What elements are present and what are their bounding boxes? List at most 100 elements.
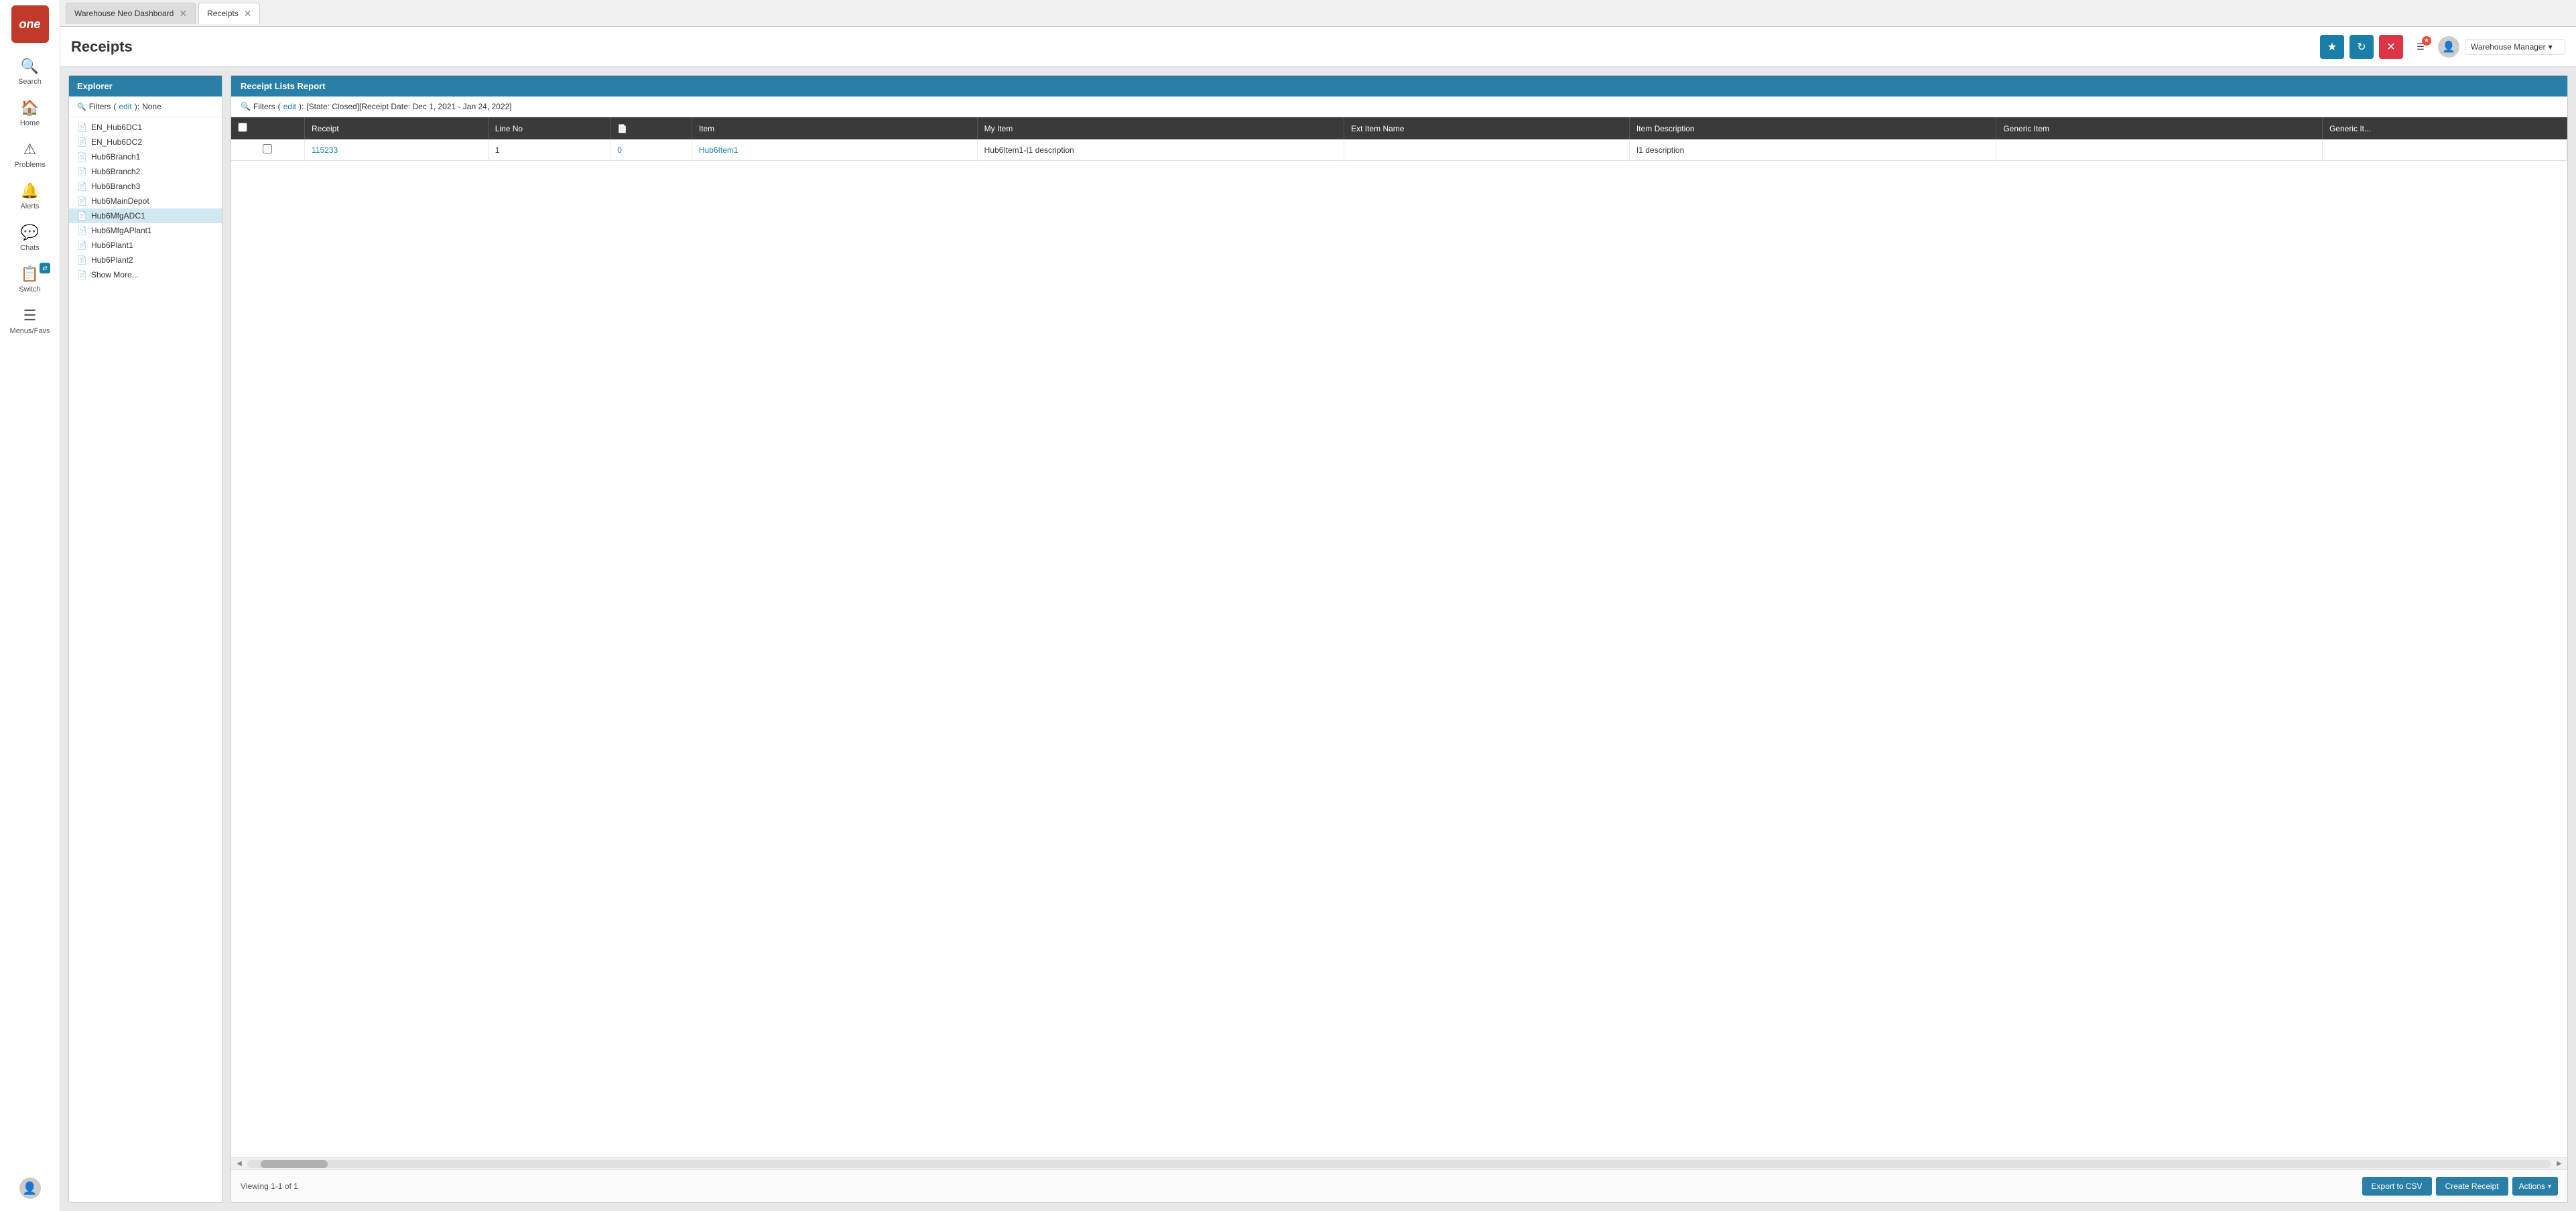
doc-cell[interactable]: 0 bbox=[610, 139, 692, 161]
user-role-label: Warehouse Manager bbox=[2471, 42, 2546, 52]
scrollbar-thumb[interactable] bbox=[261, 1160, 328, 1168]
search-icon: 🔍 bbox=[21, 58, 39, 75]
sidebar-item-problems[interactable]: ⚠ Problems bbox=[0, 134, 60, 176]
explorer-item[interactable]: 📄 EN_Hub6DC1 bbox=[69, 120, 222, 135]
col-doc: 📄 bbox=[610, 117, 692, 139]
star-icon: ★ bbox=[2424, 37, 2429, 44]
col-extitemname: Ext Item Name bbox=[1344, 117, 1630, 139]
avatar-icon: 👤 bbox=[22, 1182, 37, 1196]
report-table-body: 115233 1 0 Hub6Item1 Hub6Item1-I1 descri… bbox=[231, 139, 2567, 161]
col-itemdesc: Item Description bbox=[1629, 117, 1996, 139]
tab-dashboard[interactable]: Warehouse Neo Dashboard ✕ bbox=[66, 3, 196, 24]
file-icon: 📄 bbox=[77, 196, 87, 206]
explorer-item[interactable]: 📄 Hub6Branch3 bbox=[69, 179, 222, 194]
sidebar: one 🔍 Search 🏠 Home ⚠ Problems 🔔 Alerts … bbox=[0, 0, 60, 1211]
sidebar-item-label: Search bbox=[18, 78, 42, 86]
report-table: Receipt Line No 📄 Item My Item Ext Item … bbox=[231, 117, 2567, 161]
sidebar-item-search[interactable]: 🔍 Search bbox=[0, 51, 60, 92]
favorite-button[interactable]: ★ bbox=[2320, 35, 2344, 59]
export-csv-button[interactable]: Export to CSV bbox=[2362, 1177, 2432, 1196]
sidebar-item-home[interactable]: 🏠 Home bbox=[0, 92, 60, 134]
avatar: 👤 bbox=[19, 1177, 41, 1199]
report-filters-edit-link[interactable]: edit bbox=[283, 102, 296, 111]
row-checkbox[interactable] bbox=[263, 144, 272, 153]
explorer-panel: Explorer 🔍 Filters ( edit ): None 📄 EN_H… bbox=[68, 75, 222, 1203]
explorer-item[interactable]: 📄 Hub6Plant1 bbox=[69, 238, 222, 253]
refresh-button[interactable]: ↻ bbox=[2349, 35, 2374, 59]
header-checkbox[interactable] bbox=[238, 123, 247, 132]
file-icon: 📄 bbox=[77, 211, 87, 220]
report-filters-value: [State: Closed][Receipt Date: Dec 1, 202… bbox=[306, 102, 511, 111]
explorer-item-selected[interactable]: 📄 Hub6MfgADC1 bbox=[69, 208, 222, 223]
tab-receipts[interactable]: Receipts ✕ bbox=[198, 3, 260, 24]
notification-badge: ★ bbox=[2422, 36, 2431, 46]
receipt-cell[interactable]: 115233 bbox=[304, 139, 488, 161]
create-receipt-button[interactable]: Create Receipt bbox=[2436, 1177, 2508, 1196]
page-title: Receipts bbox=[71, 38, 2312, 56]
sidebar-item-label: Switch bbox=[19, 285, 40, 294]
file-icon: 📄 bbox=[77, 241, 87, 250]
app-logo[interactable]: one bbox=[11, 5, 49, 43]
home-icon: 🏠 bbox=[21, 99, 39, 117]
extitemname-cell bbox=[1344, 139, 1630, 161]
itemdesc-cell: I1 description bbox=[1629, 139, 1996, 161]
scroll-right-button[interactable]: ▶ bbox=[2554, 1159, 2565, 1169]
tab-dashboard-close[interactable]: ✕ bbox=[179, 8, 187, 19]
explorer-item[interactable]: 📄 Hub6MfgAPlant1 bbox=[69, 223, 222, 238]
col-checkbox bbox=[231, 117, 304, 139]
footer-actions: Export to CSV Create Receipt Actions ▾ bbox=[2362, 1177, 2558, 1196]
header-bar: Receipts ★ ↻ ✕ ☰ ★ 👤 Warehouse Manager ▾ bbox=[60, 27, 2576, 67]
menu-button[interactable]: ☰ ★ bbox=[2408, 35, 2433, 59]
explorer-list: 📄 EN_Hub6DC1 📄 EN_Hub6DC2 📄 Hub6Branch1 … bbox=[69, 117, 222, 1202]
menu-icon: ☰ bbox=[23, 307, 37, 324]
report-filters: 🔍 Filters ( edit ): [State: Closed][Rece… bbox=[231, 97, 2567, 117]
col-lineno: Line No bbox=[488, 117, 610, 139]
file-icon: 📄 bbox=[77, 137, 87, 147]
genericit2-cell bbox=[2322, 139, 2567, 161]
scroll-left-button[interactable]: ◀ bbox=[234, 1159, 245, 1169]
sidebar-item-label: Home bbox=[20, 119, 40, 127]
sidebar-item-chats[interactable]: 💬 Chats bbox=[0, 217, 60, 259]
explorer-item[interactable]: 📄 Hub6Branch2 bbox=[69, 164, 222, 179]
scrollbar-area: ◀ ▶ bbox=[231, 1157, 2567, 1169]
sidebar-item-label: Problems bbox=[14, 161, 45, 169]
file-icon: 📄 bbox=[77, 182, 87, 191]
sidebar-item-switch[interactable]: 📋 ⇄ Switch bbox=[0, 259, 60, 300]
col-item: Item bbox=[692, 117, 977, 139]
actions-button[interactable]: Actions ▾ bbox=[2512, 1177, 2558, 1196]
file-icon: 📄 bbox=[77, 167, 87, 176]
file-icon: 📄 bbox=[77, 123, 87, 132]
tab-bar: Warehouse Neo Dashboard ✕ Receipts ✕ bbox=[60, 0, 2576, 27]
col-genericitem: Generic Item bbox=[1996, 117, 2323, 139]
sidebar-item-menus[interactable]: ☰ Menus/Favs bbox=[0, 300, 60, 342]
filters-edit-link[interactable]: edit bbox=[119, 102, 131, 111]
item-cell[interactable]: Hub6Item1 bbox=[692, 139, 977, 161]
report-header: Receipt Lists Report bbox=[231, 76, 2567, 97]
file-icon: 📄 bbox=[77, 152, 87, 162]
viewing-text: Viewing 1-1 of 1 bbox=[241, 1182, 298, 1191]
tab-receipts-close[interactable]: ✕ bbox=[244, 8, 252, 19]
scrollbar-track[interactable] bbox=[247, 1160, 2551, 1168]
filter-search-icon: 🔍 bbox=[241, 102, 251, 111]
explorer-item[interactable]: 📄 Hub6MainDepot bbox=[69, 194, 222, 208]
explorer-item[interactable]: 📄 Hub6Branch1 bbox=[69, 149, 222, 164]
filter-search-icon: 🔍 bbox=[77, 103, 86, 111]
lineno-cell: 1 bbox=[488, 139, 610, 161]
table-row: 115233 1 0 Hub6Item1 Hub6Item1-I1 descri… bbox=[231, 139, 2567, 161]
sidebar-item-avatar[interactable]: 👤 bbox=[0, 1171, 60, 1206]
content-area: Explorer 🔍 Filters ( edit ): None 📄 EN_H… bbox=[60, 67, 2576, 1211]
explorer-filters: 🔍 Filters ( edit ): None bbox=[69, 97, 222, 117]
warning-icon: ⚠ bbox=[23, 141, 37, 158]
close-button[interactable]: ✕ bbox=[2379, 35, 2403, 59]
myitem-cell: Hub6Item1-I1 description bbox=[977, 139, 1344, 161]
chat-icon: 💬 bbox=[21, 224, 39, 241]
explorer-item[interactable]: 📄 Hub6Plant2 bbox=[69, 253, 222, 267]
sidebar-item-alerts[interactable]: 🔔 Alerts bbox=[0, 176, 60, 217]
user-role-dropdown[interactable]: Warehouse Manager ▾ bbox=[2465, 39, 2565, 55]
explorer-show-more[interactable]: 📄 Show More... bbox=[69, 267, 222, 282]
report-footer: Viewing 1-1 of 1 Export to CSV Create Re… bbox=[231, 1169, 2567, 1202]
sidebar-item-label: Chats bbox=[20, 244, 40, 252]
row-checkbox-cell[interactable] bbox=[231, 139, 304, 161]
explorer-item[interactable]: 📄 EN_Hub6DC2 bbox=[69, 135, 222, 149]
chevron-down-icon: ▾ bbox=[2549, 42, 2553, 52]
